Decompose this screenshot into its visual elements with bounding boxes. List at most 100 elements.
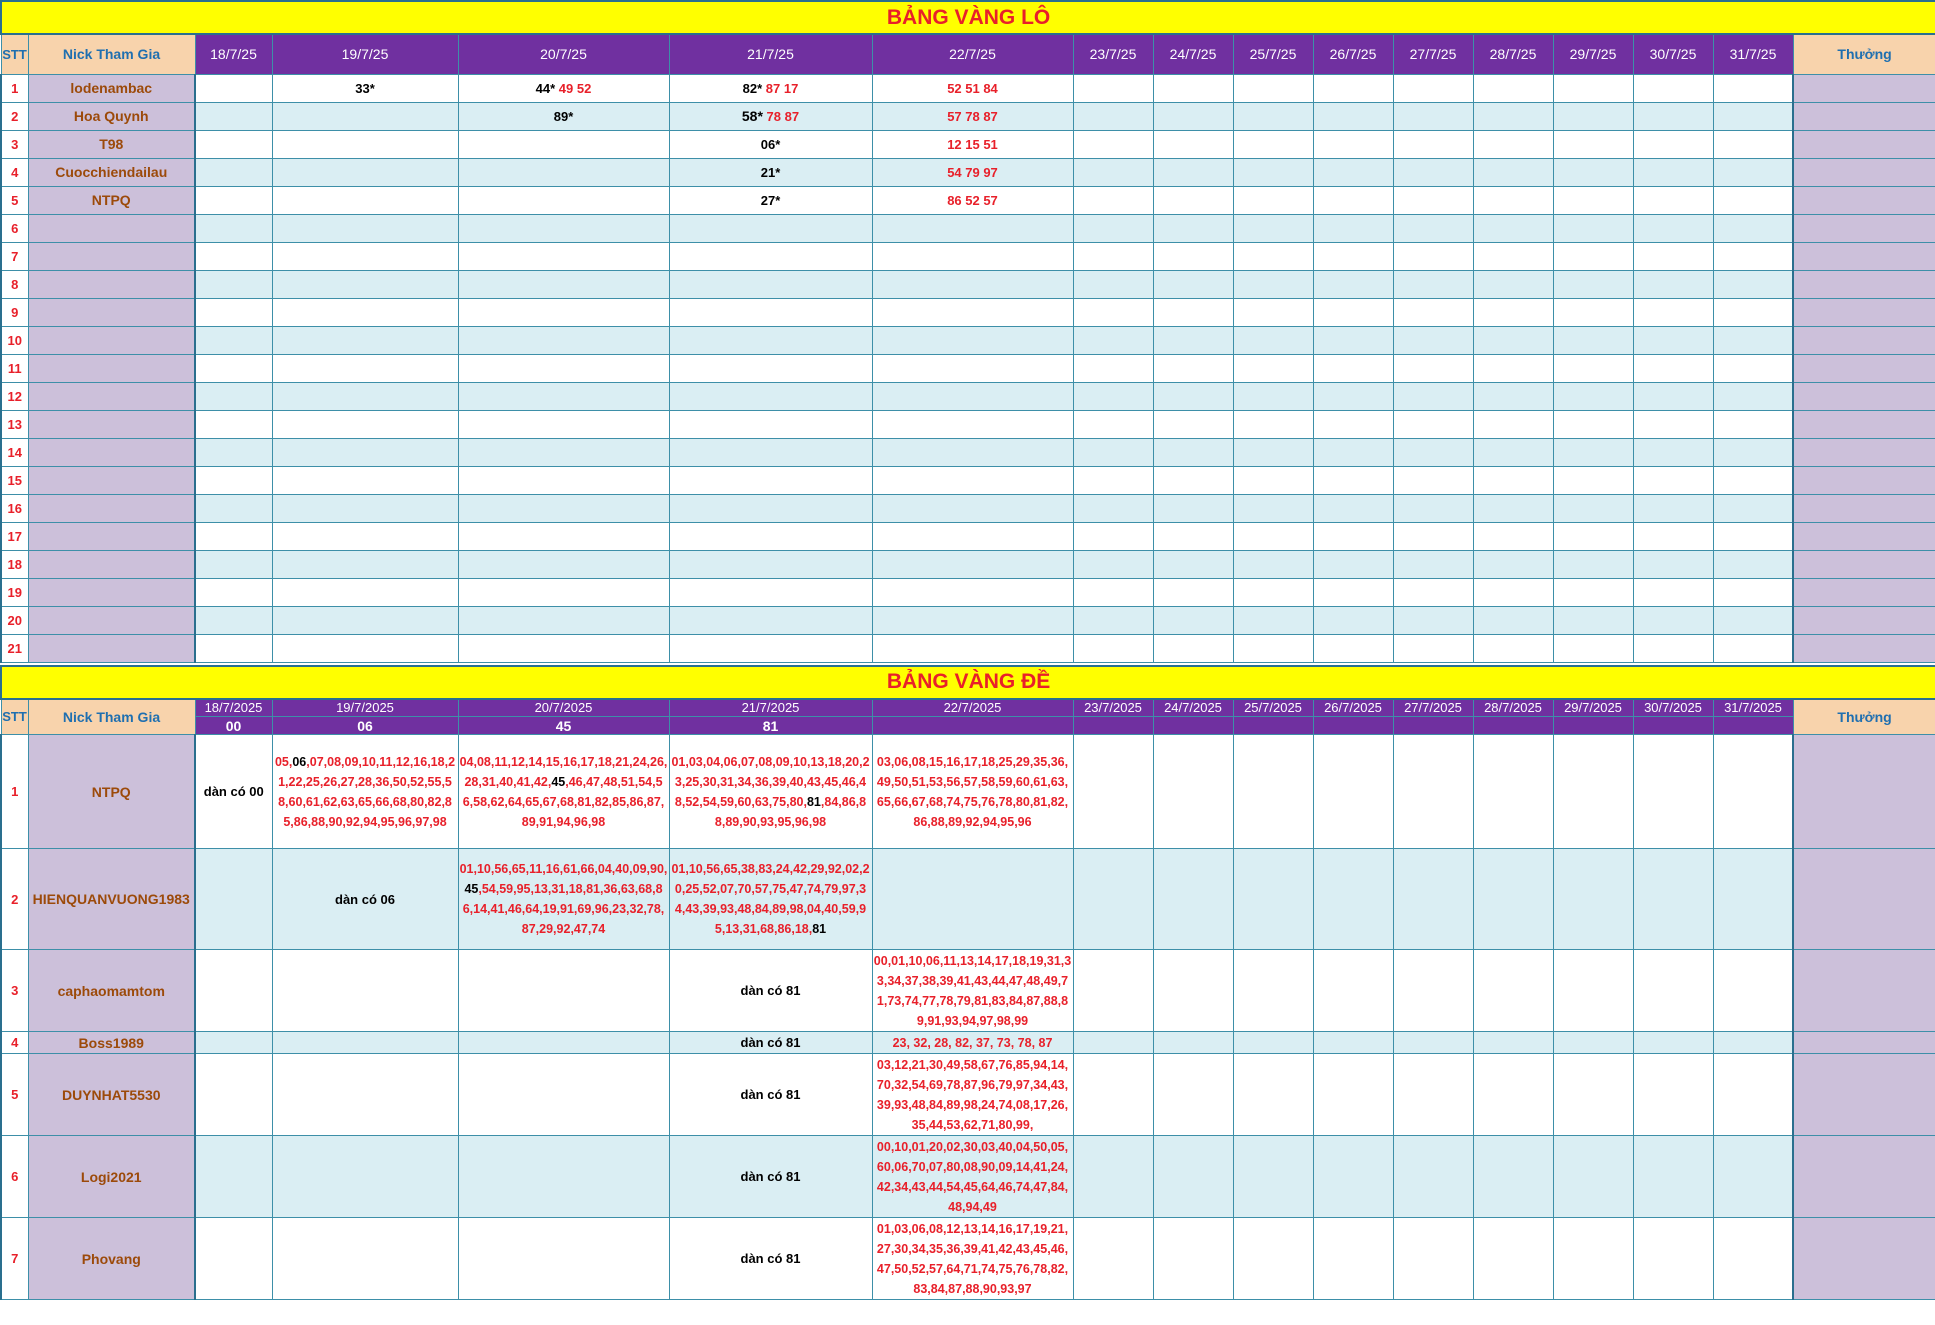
number-cell[interactable] — [1552, 101, 1634, 131]
number-cell[interactable] — [1312, 1053, 1394, 1136]
number-cell[interactable] — [1152, 605, 1234, 635]
number-cell[interactable] — [271, 1031, 459, 1054]
number-cell[interactable] — [1552, 1031, 1634, 1054]
number-cell[interactable] — [1392, 185, 1474, 215]
number-cell[interactable] — [871, 605, 1074, 635]
number-cell[interactable]: 23, 32, 28, 82, 37, 73, 78, 87 — [871, 1031, 1074, 1054]
number-cell[interactable] — [1472, 734, 1554, 849]
number-cell[interactable] — [457, 493, 670, 523]
number-cell[interactable] — [1232, 213, 1314, 243]
number-cell[interactable] — [1472, 353, 1554, 383]
number-cell[interactable] — [1472, 1053, 1554, 1136]
number-cell[interactable] — [1072, 381, 1154, 411]
number-cell[interactable] — [271, 1135, 459, 1218]
number-cell[interactable] — [1232, 185, 1314, 215]
number-cell[interactable] — [1712, 437, 1794, 467]
number-cell[interactable] — [194, 848, 273, 950]
number-cell[interactable] — [1232, 1135, 1314, 1218]
number-cell[interactable] — [1712, 848, 1794, 950]
number-cell[interactable]: 12 15 51 — [871, 129, 1074, 159]
number-cell[interactable] — [1552, 157, 1634, 187]
number-cell[interactable] — [1712, 493, 1794, 523]
number-cell[interactable] — [1392, 521, 1474, 551]
number-cell[interactable] — [194, 577, 273, 607]
number-cell[interactable] — [194, 241, 273, 271]
number-cell[interactable] — [194, 381, 273, 411]
number-cell[interactable] — [1072, 848, 1154, 950]
number-cell[interactable] — [457, 157, 670, 187]
number-cell[interactable] — [1392, 633, 1474, 663]
number-cell[interactable] — [1552, 605, 1634, 635]
number-cell[interactable] — [1312, 1217, 1394, 1300]
number-cell[interactable] — [194, 1031, 273, 1054]
number-cell[interactable] — [1072, 734, 1154, 849]
number-cell[interactable]: dàn có 81 — [668, 1031, 873, 1054]
number-cell[interactable]: 01,10,56,65,11,16,61,66,04,40,09,90, 45,5… — [457, 848, 670, 950]
number-cell[interactable] — [271, 213, 459, 243]
number-cell[interactable] — [1712, 465, 1794, 495]
number-cell[interactable] — [668, 269, 873, 299]
number-cell[interactable] — [1072, 73, 1154, 103]
number-cell[interactable] — [1152, 241, 1234, 271]
number-cell[interactable] — [457, 325, 670, 355]
number-cell[interactable] — [1392, 409, 1474, 439]
number-cell[interactable] — [1312, 409, 1394, 439]
number-cell[interactable] — [1472, 73, 1554, 103]
number-cell[interactable] — [1232, 101, 1314, 131]
number-cell[interactable]: 52 51 84 — [871, 73, 1074, 103]
number-cell[interactable] — [1472, 381, 1554, 411]
number-cell[interactable] — [1632, 213, 1714, 243]
number-cell[interactable]: dàn có 81 — [668, 949, 873, 1032]
number-cell[interactable]: dàn có 81 — [668, 1217, 873, 1300]
number-cell[interactable] — [1392, 129, 1474, 159]
number-cell[interactable] — [1232, 1217, 1314, 1300]
number-cell[interactable] — [1152, 409, 1234, 439]
number-cell[interactable] — [1632, 157, 1714, 187]
number-cell[interactable] — [194, 269, 273, 299]
number-cell[interactable] — [1312, 213, 1394, 243]
number-cell[interactable] — [271, 241, 459, 271]
number-cell[interactable] — [1552, 1217, 1634, 1300]
number-cell[interactable] — [871, 577, 1074, 607]
number-cell[interactable] — [1232, 325, 1314, 355]
number-cell[interactable] — [871, 381, 1074, 411]
number-cell[interactable] — [1232, 633, 1314, 663]
number-cell[interactable]: 27* — [668, 185, 873, 215]
number-cell[interactable] — [1232, 949, 1314, 1032]
number-cell[interactable] — [1072, 549, 1154, 579]
number-cell[interactable] — [1152, 549, 1234, 579]
number-cell[interactable] — [1312, 157, 1394, 187]
number-cell[interactable] — [194, 521, 273, 551]
number-cell[interactable]: dàn có 06 — [271, 848, 459, 950]
number-cell[interactable] — [457, 129, 670, 159]
number-cell[interactable]: 89* — [457, 101, 670, 131]
number-cell[interactable] — [1632, 353, 1714, 383]
number-cell[interactable] — [1072, 949, 1154, 1032]
number-cell[interactable] — [1632, 521, 1714, 551]
number-cell[interactable] — [1312, 1031, 1394, 1054]
number-cell[interactable]: dàn có 00 — [194, 734, 273, 849]
number-cell[interactable] — [194, 353, 273, 383]
number-cell[interactable] — [1712, 73, 1794, 103]
number-cell[interactable] — [1472, 1217, 1554, 1300]
number-cell[interactable] — [271, 521, 459, 551]
number-cell[interactable] — [1232, 437, 1314, 467]
number-cell[interactable] — [1472, 465, 1554, 495]
number-cell[interactable] — [668, 493, 873, 523]
number-cell[interactable] — [1472, 325, 1554, 355]
number-cell[interactable] — [1232, 297, 1314, 327]
number-cell[interactable] — [271, 1217, 459, 1300]
number-cell[interactable] — [1392, 465, 1474, 495]
number-cell[interactable]: 44* 49 52 — [457, 73, 670, 103]
number-cell[interactable] — [1152, 1217, 1234, 1300]
number-cell[interactable] — [1312, 605, 1394, 635]
number-cell[interactable] — [1552, 521, 1634, 551]
number-cell[interactable] — [1312, 734, 1394, 849]
number-cell[interactable] — [1152, 73, 1234, 103]
number-cell[interactable] — [1552, 848, 1634, 950]
number-cell[interactable]: 06* — [668, 129, 873, 159]
number-cell[interactable] — [271, 949, 459, 1032]
number-cell[interactable] — [1472, 129, 1554, 159]
number-cell[interactable] — [457, 549, 670, 579]
number-cell[interactable] — [194, 493, 273, 523]
